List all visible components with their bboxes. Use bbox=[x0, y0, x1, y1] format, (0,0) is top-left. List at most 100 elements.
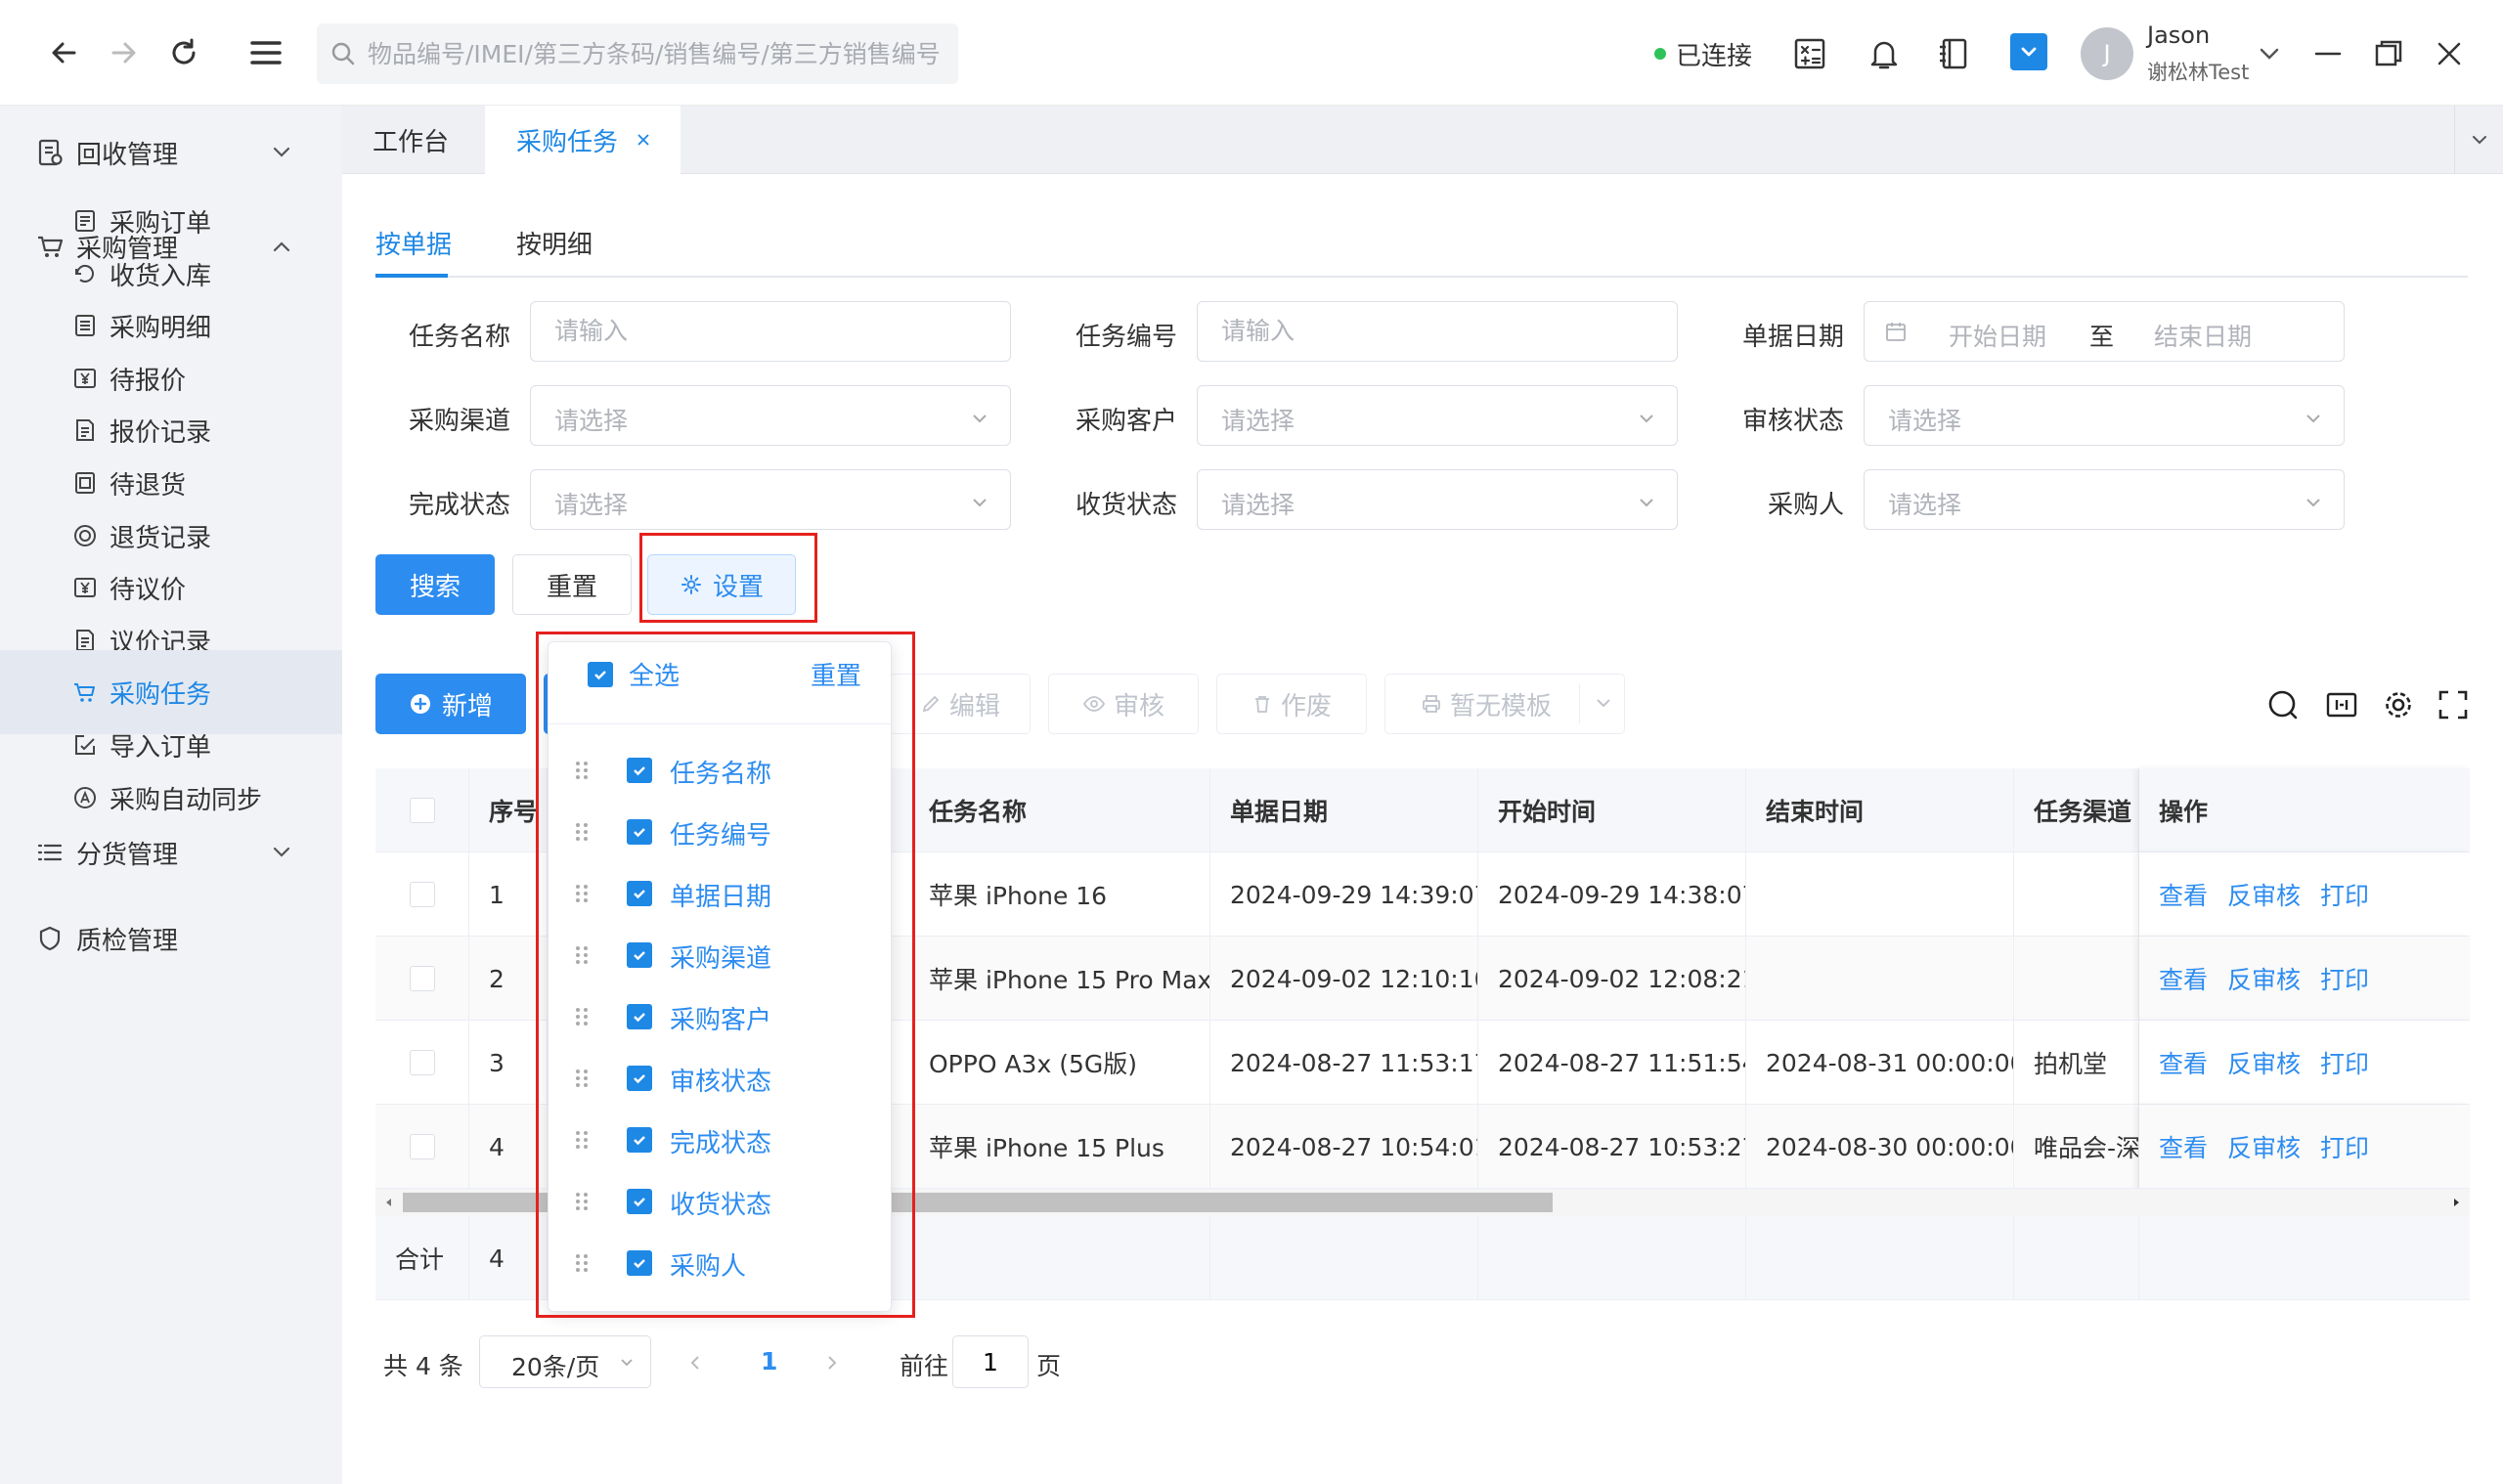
date-separator: 至 bbox=[2089, 323, 2115, 351]
summary-cell bbox=[1478, 1216, 1746, 1300]
unaudit-link[interactable]: 反审核 bbox=[2227, 961, 2301, 996]
chevron-down-icon bbox=[268, 139, 295, 166]
cell-ops: 查看 反审核 打印 bbox=[2139, 852, 2470, 937]
search-icon[interactable] bbox=[2266, 688, 2300, 721]
tab-close-icon[interactable] bbox=[636, 132, 651, 148]
cell-doc-date: 2024-08-27 11:53:17 bbox=[1210, 1021, 1478, 1105]
search-button[interactable]: 搜索 bbox=[375, 554, 495, 615]
chevron-down-icon bbox=[969, 492, 990, 513]
chevron-down-icon bbox=[268, 839, 295, 866]
tab-by-detail[interactable]: 按明细 bbox=[516, 225, 593, 261]
chevron-down-icon[interactable] bbox=[2251, 35, 2288, 72]
chevron-down-icon bbox=[617, 1352, 637, 1372]
task-no-field[interactable] bbox=[1197, 301, 1678, 362]
goto-page-field[interactable] bbox=[952, 1335, 1029, 1388]
user-name[interactable]: Jason bbox=[2147, 22, 2210, 49]
customer-select[interactable]: 请选择 bbox=[1197, 385, 1678, 446]
date-start[interactable]: 开始日期 bbox=[1949, 318, 2046, 353]
chevron-down-icon bbox=[1636, 408, 1657, 429]
refresh-icon[interactable] bbox=[164, 33, 203, 72]
void-button[interactable]: 作废 bbox=[1216, 674, 1367, 734]
user-org[interactable]: 谢松林Test bbox=[2147, 57, 2249, 86]
column-width-icon[interactable] bbox=[2325, 688, 2358, 721]
next-page-icon[interactable] bbox=[821, 1353, 841, 1373]
restore-icon[interactable] bbox=[2370, 35, 2407, 72]
row-checkbox[interactable] bbox=[409, 1134, 435, 1159]
unaudit-link[interactable]: 反审核 bbox=[2227, 1045, 2301, 1080]
sidebar-group-quality[interactable]: 质检管理 bbox=[0, 895, 342, 982]
task-name-field[interactable] bbox=[530, 301, 1011, 362]
tabs-more-icon[interactable] bbox=[2454, 106, 2503, 174]
chevron-down-icon[interactable] bbox=[1593, 692, 1614, 714]
close-icon[interactable] bbox=[2431, 35, 2468, 72]
prev-page-icon[interactable] bbox=[686, 1353, 706, 1373]
scroll-left-icon[interactable] bbox=[383, 1197, 395, 1208]
tab-purchase-task[interactable]: 采购任务 bbox=[485, 106, 681, 174]
view-link[interactable]: 查看 bbox=[2159, 1129, 2208, 1164]
global-search[interactable] bbox=[317, 23, 958, 84]
page-size-value: 20条/页 bbox=[511, 1353, 600, 1381]
row-checkbox[interactable] bbox=[409, 882, 435, 907]
avatar[interactable]: J bbox=[2081, 27, 2133, 80]
task-name-input[interactable] bbox=[554, 302, 938, 359]
print-link[interactable]: 打印 bbox=[2320, 1129, 2369, 1164]
calculator-icon[interactable] bbox=[1791, 35, 1828, 72]
print-link[interactable]: 打印 bbox=[2320, 877, 2369, 912]
complete-status-select[interactable]: 请选择 bbox=[530, 469, 1011, 530]
search-input[interactable] bbox=[368, 23, 944, 84]
receive-status-select[interactable]: 请选择 bbox=[1197, 469, 1678, 530]
view-link[interactable]: 查看 bbox=[2159, 877, 2208, 912]
label-task-name: 任务名称 bbox=[408, 323, 510, 352]
unaudit-link[interactable]: 反审核 bbox=[2227, 1129, 2301, 1164]
print-link[interactable]: 打印 bbox=[2320, 961, 2369, 996]
page-size-select[interactable]: 20条/页 bbox=[479, 1335, 651, 1388]
row-checkbox[interactable] bbox=[409, 1050, 435, 1075]
select-placeholder: 请选择 bbox=[1888, 491, 1962, 519]
row-checkbox[interactable] bbox=[409, 798, 435, 823]
add-button[interactable]: 新增 bbox=[375, 674, 526, 734]
select-placeholder: 请选择 bbox=[1888, 407, 1962, 435]
current-page[interactable]: 1 bbox=[761, 1347, 777, 1375]
total-count: 共 4 条 bbox=[383, 1352, 463, 1380]
gear-icon[interactable] bbox=[2382, 688, 2415, 721]
print-link[interactable]: 打印 bbox=[2320, 1045, 2369, 1080]
row-checkbox[interactable] bbox=[409, 966, 435, 991]
tab-workbench[interactable]: 工作台 bbox=[342, 106, 479, 174]
back-icon[interactable] bbox=[45, 33, 84, 72]
view-link[interactable]: 查看 bbox=[2159, 961, 2208, 996]
notebook-icon[interactable] bbox=[1936, 35, 1973, 72]
goto-page-input[interactable] bbox=[953, 1336, 1028, 1387]
audit-status-select[interactable]: 请选择 bbox=[1864, 385, 2345, 446]
buyer-select[interactable]: 请选择 bbox=[1864, 469, 2345, 530]
date-range-picker[interactable]: 开始日期 至 结束日期 bbox=[1864, 301, 2345, 362]
connection-status: 已连接 bbox=[1654, 37, 1752, 71]
menu-toggle-icon[interactable] bbox=[246, 33, 285, 72]
date-end[interactable]: 结束日期 bbox=[2154, 318, 2252, 353]
tab-label: 工作台 bbox=[372, 127, 449, 157]
view-link[interactable]: 查看 bbox=[2159, 1045, 2208, 1080]
select-placeholder: 请选择 bbox=[554, 407, 629, 435]
minimize-icon[interactable] bbox=[2309, 35, 2347, 72]
select-all-cell bbox=[375, 768, 469, 852]
dropdown-toggle-icon[interactable] bbox=[2010, 33, 2047, 70]
audit-button[interactable]: 审核 bbox=[1048, 674, 1199, 734]
print-template-button[interactable]: 暂无模板 bbox=[1384, 674, 1625, 734]
task-no-input[interactable] bbox=[1221, 302, 1604, 359]
channel-select[interactable]: 请选择 bbox=[530, 385, 1011, 446]
cell-channel: 唯品会-深 bbox=[2014, 1105, 2139, 1189]
cart-icon bbox=[72, 679, 98, 705]
label-receive-status: 收货状态 bbox=[1075, 491, 1177, 520]
unaudit-link[interactable]: 反审核 bbox=[2227, 877, 2301, 912]
cell-channel bbox=[2014, 852, 2139, 937]
cell-end-time: 2024-08-31 00:00:00 bbox=[1746, 1021, 2014, 1105]
reset-button[interactable]: 重置 bbox=[512, 554, 632, 615]
bell-icon[interactable] bbox=[1866, 35, 1903, 72]
calendar-icon bbox=[1884, 320, 1908, 343]
sidebar-group-distribution[interactable]: 分货管理 bbox=[0, 809, 342, 895]
scroll-right-icon[interactable] bbox=[2450, 1197, 2462, 1208]
list-doc-icon bbox=[72, 313, 98, 338]
forward-icon[interactable] bbox=[104, 33, 143, 72]
search-icon bbox=[330, 41, 356, 66]
tab-by-document[interactable]: 按单据 bbox=[375, 225, 452, 261]
fullscreen-icon[interactable] bbox=[2437, 688, 2470, 721]
